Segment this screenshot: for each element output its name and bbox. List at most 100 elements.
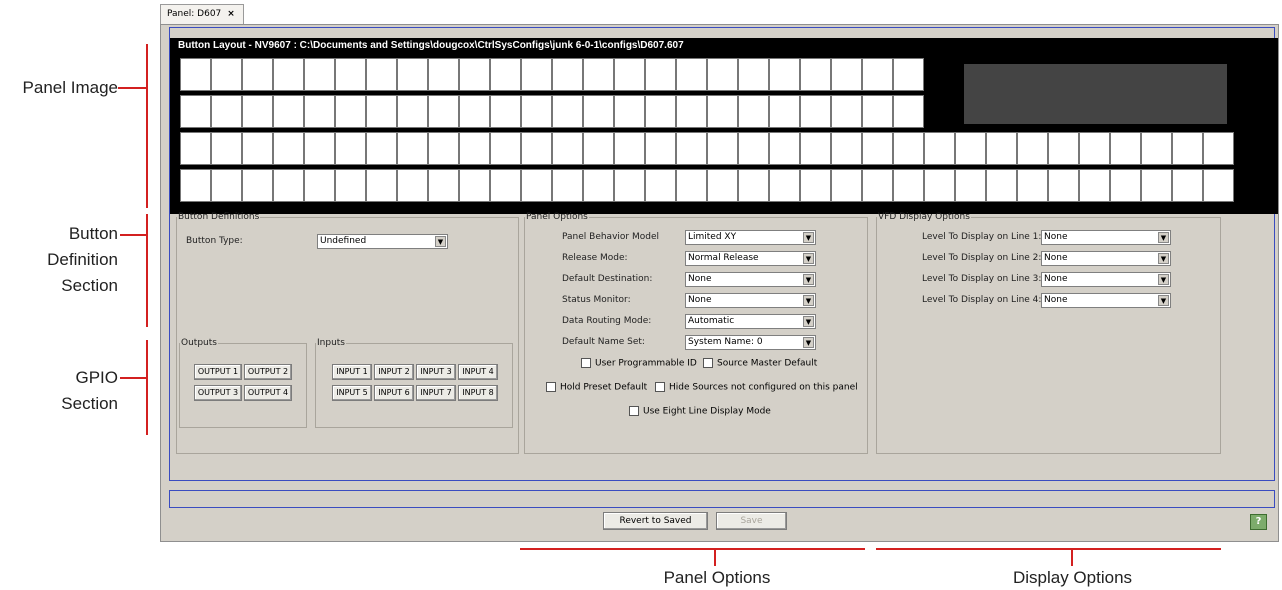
- panel-button[interactable]: [242, 95, 273, 128]
- panel-button[interactable]: [521, 95, 552, 128]
- panel-button[interactable]: [1017, 169, 1048, 202]
- panel-button[interactable]: [521, 132, 552, 165]
- eight-line-display-checkbox[interactable]: Use Eight Line Display Mode: [629, 406, 771, 417]
- panel-button[interactable]: [676, 95, 707, 128]
- panel-button[interactable]: [552, 58, 583, 91]
- panel-button[interactable]: [304, 169, 335, 202]
- panel-button[interactable]: [862, 132, 893, 165]
- panel-button[interactable]: [645, 132, 676, 165]
- user-programmable-id-checkbox[interactable]: User Programmable ID: [581, 358, 697, 369]
- panel-button[interactable]: [428, 132, 459, 165]
- default-destination-select[interactable]: None ▼: [685, 272, 816, 287]
- panel-button[interactable]: [831, 58, 862, 91]
- panel-button[interactable]: [645, 169, 676, 202]
- panel-button[interactable]: [800, 169, 831, 202]
- panel-button[interactable]: [459, 95, 490, 128]
- panel-button[interactable]: [769, 58, 800, 91]
- panel-button[interactable]: [1110, 132, 1141, 165]
- panel-button[interactable]: [583, 169, 614, 202]
- panel-button[interactable]: [1079, 169, 1110, 202]
- input-2-button[interactable]: INPUT 2: [374, 364, 414, 380]
- panel-button[interactable]: [707, 132, 738, 165]
- panel-button[interactable]: [645, 95, 676, 128]
- default-name-set-select[interactable]: System Name: 0 ▼: [685, 335, 816, 350]
- panel-button[interactable]: [986, 132, 1017, 165]
- output-2-button[interactable]: OUTPUT 2: [244, 364, 292, 380]
- panel-button[interactable]: [521, 58, 552, 91]
- panel-button[interactable]: [397, 95, 428, 128]
- panel-button[interactable]: [614, 132, 645, 165]
- panel-button[interactable]: [1110, 169, 1141, 202]
- vfd-line-1-select[interactable]: None ▼: [1041, 230, 1171, 245]
- panel-button[interactable]: [366, 169, 397, 202]
- panel-button[interactable]: [211, 95, 242, 128]
- panel-button[interactable]: [211, 169, 242, 202]
- panel-button[interactable]: [707, 58, 738, 91]
- panel-button[interactable]: [428, 95, 459, 128]
- panel-button[interactable]: [769, 132, 800, 165]
- help-icon[interactable]: ?: [1250, 514, 1267, 530]
- panel-button[interactable]: [893, 95, 924, 128]
- panel-button[interactable]: [769, 169, 800, 202]
- input-7-button[interactable]: INPUT 7: [416, 385, 456, 401]
- vfd-line-4-select[interactable]: None ▼: [1041, 293, 1171, 308]
- panel-button[interactable]: [335, 132, 366, 165]
- panel-button[interactable]: [335, 58, 366, 91]
- panel-button[interactable]: [180, 58, 211, 91]
- panel-button[interactable]: [304, 132, 335, 165]
- panel-button[interactable]: [1172, 169, 1203, 202]
- input-1-button[interactable]: INPUT 1: [332, 364, 372, 380]
- panel-button[interactable]: [862, 95, 893, 128]
- panel-button[interactable]: [614, 95, 645, 128]
- panel-button[interactable]: [366, 58, 397, 91]
- vfd-line-2-select[interactable]: None ▼: [1041, 251, 1171, 266]
- panel-button[interactable]: [397, 169, 428, 202]
- panel-button[interactable]: [738, 58, 769, 91]
- data-routing-mode-select[interactable]: Automatic ▼: [685, 314, 816, 329]
- panel-button[interactable]: [428, 58, 459, 91]
- panel-button[interactable]: [1079, 132, 1110, 165]
- output-1-button[interactable]: OUTPUT 1: [194, 364, 242, 380]
- panel-button[interactable]: [1203, 169, 1234, 202]
- panel-button[interactable]: [955, 169, 986, 202]
- source-master-default-checkbox[interactable]: Source Master Default: [703, 358, 817, 369]
- panel-button[interactable]: [1141, 132, 1172, 165]
- panel-button[interactable]: [335, 169, 366, 202]
- panel-button[interactable]: [273, 169, 304, 202]
- input-6-button[interactable]: INPUT 6: [374, 385, 414, 401]
- panel-button[interactable]: [428, 169, 459, 202]
- save-button[interactable]: Save: [716, 512, 787, 530]
- panel-button[interactable]: [800, 58, 831, 91]
- panel-button[interactable]: [211, 58, 242, 91]
- panel-button[interactable]: [459, 58, 490, 91]
- panel-button[interactable]: [955, 132, 986, 165]
- panel-button[interactable]: [1203, 132, 1234, 165]
- panel-button[interactable]: [831, 169, 862, 202]
- panel-button[interactable]: [862, 169, 893, 202]
- panel-button[interactable]: [924, 132, 955, 165]
- panel-button[interactable]: [180, 95, 211, 128]
- vfd-line-3-select[interactable]: None ▼: [1041, 272, 1171, 287]
- panel-button[interactable]: [831, 95, 862, 128]
- close-icon[interactable]: ×: [227, 9, 235, 19]
- panel-button[interactable]: [831, 132, 862, 165]
- panel-button[interactable]: [614, 169, 645, 202]
- input-8-button[interactable]: INPUT 8: [458, 385, 498, 401]
- panel-button[interactable]: [552, 169, 583, 202]
- panel-button[interactable]: [459, 169, 490, 202]
- panel-button[interactable]: [1048, 169, 1079, 202]
- input-5-button[interactable]: INPUT 5: [332, 385, 372, 401]
- input-3-button[interactable]: INPUT 3: [416, 364, 456, 380]
- output-4-button[interactable]: OUTPUT 4: [244, 385, 292, 401]
- hide-sources-checkbox[interactable]: Hide Sources not configured on this pane…: [655, 382, 858, 393]
- panel-button[interactable]: [521, 169, 552, 202]
- panel-button[interactable]: [1141, 169, 1172, 202]
- panel-button[interactable]: [242, 169, 273, 202]
- input-4-button[interactable]: INPUT 4: [458, 364, 498, 380]
- panel-button[interactable]: [862, 58, 893, 91]
- panel-button[interactable]: [242, 58, 273, 91]
- panel-button[interactable]: [1048, 132, 1079, 165]
- panel-button[interactable]: [1017, 132, 1048, 165]
- panel-button[interactable]: [242, 132, 273, 165]
- panel-button[interactable]: [738, 169, 769, 202]
